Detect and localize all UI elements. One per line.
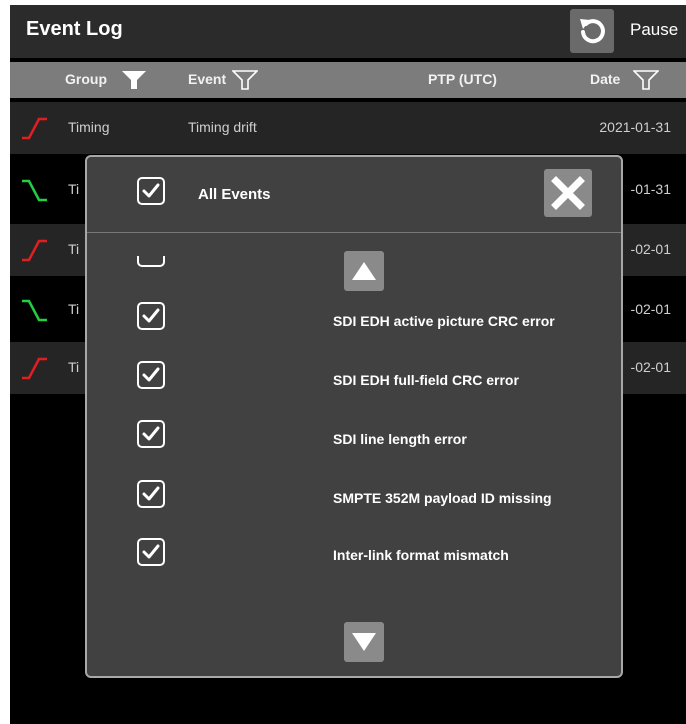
event-filter-dialog: All Events SDI EDH active picture CRC er… [85,155,623,678]
event-label[interactable]: SDI line length error [333,431,467,447]
row-group: Ti [68,181,80,197]
rising-edge-icon [22,239,47,262]
refresh-icon [580,19,605,44]
row-event: Timing drift [188,119,257,135]
close-button[interactable] [544,169,592,217]
group-column-header[interactable]: Group [65,71,107,87]
falling-edge-icon [22,299,47,322]
scroll-down-button[interactable] [344,622,384,662]
table-header: Group Event PTP (UTC) Date [10,62,686,98]
all-events-checkbox[interactable] [136,176,166,206]
pause-button[interactable] [570,9,614,53]
checkbox-icon [137,256,165,267]
ptp-column-header[interactable]: PTP (UTC) [428,71,497,87]
scroll-up-button[interactable] [344,251,384,291]
event-label[interactable]: SDI EDH active picture CRC error [333,313,555,329]
event-checkbox[interactable] [136,419,166,449]
row-group: Ti [68,359,80,375]
event-log-app: Event Log Pause Group Event PTP (UTC) Da… [10,5,686,724]
close-icon [551,176,585,210]
partially-visible-checkbox[interactable] [136,256,166,268]
pause-label[interactable]: Pause [630,20,678,40]
event-column-header[interactable]: Event [188,71,226,87]
arrow-down-icon [352,633,376,651]
window-title: Event Log [26,18,123,40]
table-row[interactable]: Timing Timing drift 2021-01-31 [10,102,686,154]
rising-edge-icon [22,117,47,140]
row-date: -02-01 [630,359,671,375]
arrow-up-icon [352,262,376,280]
event-label[interactable]: SMPTE 352M payload ID missing [333,490,552,506]
all-events-label[interactable]: All Events [198,186,271,203]
group-filter-active-icon[interactable] [121,69,147,91]
rising-edge-icon [22,357,47,380]
row-date: -02-01 [630,241,671,257]
event-checkbox[interactable] [136,479,166,509]
row-date: 2021-01-31 [599,119,671,135]
row-date: -01-31 [630,181,671,197]
title-bar: Event Log Pause [10,5,686,58]
divider [87,232,621,233]
row-group: Ti [68,241,80,257]
event-checkbox[interactable] [136,537,166,567]
row-date: -02-01 [630,301,671,317]
event-label[interactable]: SDI EDH full-field CRC error [333,372,519,388]
event-checkbox[interactable] [136,360,166,390]
date-filter-icon[interactable] [633,69,659,91]
event-checkbox[interactable] [136,301,166,331]
date-column-header[interactable]: Date [590,71,620,87]
event-label[interactable]: Inter-link format mismatch [333,547,509,563]
row-group: Timing [68,119,110,135]
falling-edge-icon [22,179,47,202]
event-filter-icon[interactable] [232,69,258,91]
row-group: Ti [68,301,80,317]
